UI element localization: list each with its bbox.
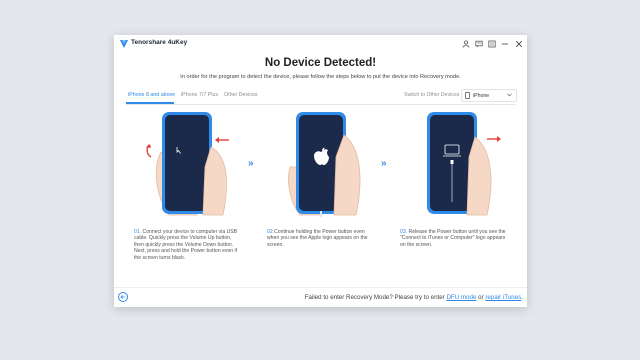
app-window: Tenorshare 4uKey No Device Detected! In … [114, 35, 527, 307]
step-3-text: Release the Power button until you see t… [400, 229, 506, 248]
active-tab-indicator [126, 102, 174, 104]
switch-devices-label: Switch to Other Devices [404, 92, 460, 98]
footer-or-text: or [478, 294, 484, 301]
chevron-down-icon [507, 93, 512, 97]
step-2-illustration [264, 107, 379, 217]
device-select-value: iPhone [473, 92, 490, 99]
step-arrow-1: » [248, 158, 253, 169]
dfu-mode-link[interactable]: DFU mode [446, 294, 476, 301]
device-tabs: iPhone 8 and above iPhone 7/7 Plus Other… [126, 87, 517, 105]
step-1-illustration [139, 107, 254, 217]
device-select[interactable]: iPhone [461, 89, 517, 102]
back-button[interactable] [118, 292, 128, 302]
footer-help: Failed to enter Recovery Mode? Please tr… [305, 294, 523, 301]
app-logo-icon [120, 40, 128, 48]
step-1-description: 01. Connect your device to computer via … [134, 229, 242, 261]
footer-period: . [521, 294, 523, 301]
step-3-number: 03. [400, 229, 408, 235]
feedback-icon[interactable] [473, 38, 485, 50]
menu-icon[interactable] [486, 38, 498, 50]
phone-screen [165, 115, 209, 211]
page-title: No Device Detected! [264, 57, 377, 69]
tab-iphone-8-and-above[interactable]: iPhone 8 and above [128, 92, 175, 98]
minimize-icon[interactable] [499, 38, 511, 50]
step-2-text: Continue holding the Power button even w… [267, 229, 368, 248]
phone-icon [465, 91, 470, 99]
app-title: Tenorshare 4uKey [131, 39, 188, 46]
user-icon[interactable] [460, 38, 472, 50]
tab-iphone-7[interactable]: iPhone 7/7 Plus [181, 92, 218, 98]
step-3-illustration [399, 107, 514, 217]
step-1-number: 01. [134, 229, 142, 235]
repair-itunes-link[interactable]: repair iTunes [485, 294, 521, 301]
step-3-description: 03. Release the Power button until you s… [400, 229, 508, 248]
footer-divider [114, 287, 527, 288]
tab-other-devices[interactable]: Other Devices [224, 92, 258, 98]
close-icon[interactable] [513, 38, 525, 50]
step-arrow-2: » [381, 158, 386, 169]
step-2-description: 02.Continue holding the Power button eve… [267, 229, 375, 248]
page-subtitle: In order for the program to detect the d… [180, 74, 461, 80]
arrow-left-icon [120, 295, 125, 299]
title-bar: Tenorshare 4uKey [114, 35, 527, 53]
footer-help-text: Failed to enter Recovery Mode? Please tr… [304, 294, 445, 301]
step-1-text: Connect your device to computer via USB … [134, 229, 238, 261]
